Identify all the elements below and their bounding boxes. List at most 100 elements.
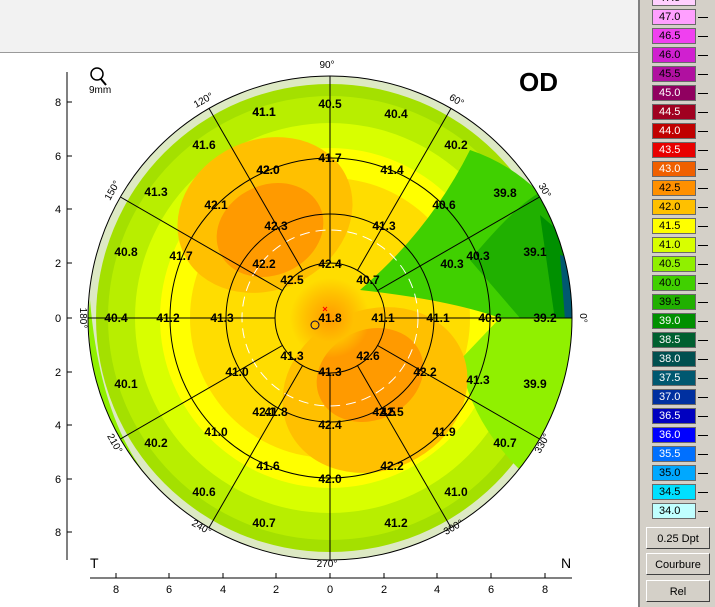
horizontal-tick-label: 6 bbox=[166, 584, 172, 596]
color-scale-tick bbox=[698, 169, 708, 170]
horizontal-tick-label: 2 bbox=[381, 584, 387, 596]
map-value: 39.9 bbox=[523, 377, 547, 391]
color-scale-swatch: 41.5 bbox=[652, 218, 696, 234]
vertical-axis: 8 6 4 2 0 2 4 6 8 bbox=[55, 72, 72, 560]
horizontal-tick-label: 4 bbox=[434, 584, 440, 596]
color-scale-swatch: 36.5 bbox=[652, 408, 696, 424]
color-scale-swatch: 44.5 bbox=[652, 104, 696, 120]
map-value: 42.2 bbox=[252, 257, 276, 271]
map-value: 40.3 bbox=[466, 249, 490, 263]
magnifier-icon[interactable] bbox=[90, 67, 107, 86]
color-scale-tick bbox=[698, 112, 708, 113]
map-value: 41.9 bbox=[432, 425, 456, 439]
map-value: 41.8 bbox=[264, 405, 288, 419]
color-scale-tick bbox=[698, 302, 708, 303]
vertical-tick-label: 0 bbox=[55, 313, 61, 325]
map-value: 40.4 bbox=[384, 107, 408, 121]
horizontal-tick-label: 8 bbox=[113, 584, 119, 596]
color-scale-panel: 47.5 47.0 46.5 46.0 45.5 45.0 44.5 44.0 43.5 43.0… bbox=[638, 0, 715, 607]
map-value: 41.0 bbox=[204, 425, 228, 439]
vertical-tick-label: 2 bbox=[55, 258, 61, 270]
map-value: 41.1 bbox=[426, 311, 450, 325]
map-value: 40.8 bbox=[114, 245, 138, 259]
color-scale-tick bbox=[698, 36, 708, 37]
color-scale-swatch: 37.5 bbox=[652, 370, 696, 386]
map-value: 42.2 bbox=[413, 365, 437, 379]
step-button[interactable]: 0.25 Dpt bbox=[646, 527, 710, 549]
degree-label: 60° bbox=[447, 92, 466, 109]
color-scale-swatch: 36.0 bbox=[652, 427, 696, 443]
zoom-label: 9mm bbox=[89, 85, 111, 96]
map-value: 39.2 bbox=[533, 311, 557, 325]
degree-label: 270° bbox=[317, 559, 338, 570]
color-scale-tick bbox=[698, 283, 708, 284]
curvature-button[interactable]: Courbure bbox=[646, 553, 710, 575]
color-scale-tick bbox=[698, 55, 708, 56]
map-value: 39.8 bbox=[493, 186, 517, 200]
color-scale-tick bbox=[698, 188, 708, 189]
color-scale-tick bbox=[698, 492, 708, 493]
color-scale-swatch: 44.0 bbox=[652, 123, 696, 139]
map-value: 40.7 bbox=[356, 273, 380, 287]
vertical-tick-label: 4 bbox=[55, 420, 61, 432]
vertical-tick-label: 8 bbox=[55, 527, 61, 539]
vertical-tick-label: 4 bbox=[55, 204, 61, 216]
map-value: 41.2 bbox=[156, 311, 180, 325]
color-scale-swatch: 45.0 bbox=[652, 85, 696, 101]
map-value: 41.3 bbox=[210, 311, 234, 325]
color-scale-tick bbox=[698, 131, 708, 132]
map-value: 41.3 bbox=[280, 349, 304, 363]
eye-label: OD bbox=[519, 67, 558, 97]
color-scale-swatch: 37.0 bbox=[652, 389, 696, 405]
map-value: 41.7 bbox=[169, 249, 193, 263]
color-scale-swatch: 35.5 bbox=[652, 446, 696, 462]
map-value: 42.0 bbox=[318, 472, 342, 486]
map-value: 42.4 bbox=[318, 418, 342, 432]
vertical-tick-label: 8 bbox=[55, 97, 61, 109]
topography-map[interactable]: 864202468 864202468 41.842.441.340.741.1… bbox=[0, 0, 638, 607]
map-value: 41.6 bbox=[192, 138, 216, 152]
map-value: 40.7 bbox=[252, 516, 276, 530]
map-value: 42.3 bbox=[264, 219, 288, 233]
color-scale-swatch: 40.0 bbox=[652, 275, 696, 291]
map-value: 40.4 bbox=[104, 311, 128, 325]
vertical-tick-label: 2 bbox=[55, 367, 61, 379]
color-scale-swatch: 34.0 bbox=[652, 503, 696, 519]
relative-button[interactable]: Rel bbox=[646, 580, 710, 602]
color-scale-tick bbox=[698, 17, 708, 18]
color-scale-swatch: 43.0 bbox=[652, 161, 696, 177]
map-value: 40.5 bbox=[318, 97, 342, 111]
degree-label: 0° bbox=[577, 313, 588, 323]
color-scale-swatch: 46.0 bbox=[652, 47, 696, 63]
color-scale-tick bbox=[698, 207, 708, 208]
color-scale-swatch: 38.0 bbox=[652, 351, 696, 367]
color-scale-tick bbox=[698, 245, 708, 246]
map-value: 42.4 bbox=[318, 257, 342, 271]
color-scale-tick bbox=[698, 359, 708, 360]
horizontal-tick-label: 0 bbox=[327, 584, 333, 596]
color-scale-tick bbox=[698, 74, 708, 75]
map-value: 41.7 bbox=[318, 151, 342, 165]
map-value: 40.6 bbox=[432, 198, 456, 212]
color-scale-swatch: 45.5 bbox=[652, 66, 696, 82]
map-value: 41.8 bbox=[318, 311, 342, 325]
color-scale-swatch: 39.0 bbox=[652, 313, 696, 329]
map-value: 40.6 bbox=[192, 485, 216, 499]
vertical-tick-label: 6 bbox=[55, 151, 61, 163]
color-scale-tick bbox=[698, 454, 708, 455]
color-scale-tick bbox=[698, 264, 708, 265]
color-scale-swatch: 42.0 bbox=[652, 199, 696, 215]
map-value: 41.3 bbox=[372, 219, 396, 233]
color-scale-swatch: 34.5 bbox=[652, 484, 696, 500]
color-scale-swatch: 46.5 bbox=[652, 28, 696, 44]
map-value: 41.0 bbox=[444, 485, 468, 499]
color-scale-swatch: 41.0 bbox=[652, 237, 696, 253]
color-scale-tick bbox=[698, 397, 708, 398]
map-value: 41.6 bbox=[256, 459, 280, 473]
color-scale-tick bbox=[698, 93, 708, 94]
color-scale-swatch: 43.5 bbox=[652, 142, 696, 158]
map-value: 42.5 bbox=[280, 273, 304, 287]
map-value: 41.3 bbox=[144, 185, 168, 199]
color-scale-tick bbox=[698, 511, 708, 512]
color-scale-swatch: 40.5 bbox=[652, 256, 696, 272]
